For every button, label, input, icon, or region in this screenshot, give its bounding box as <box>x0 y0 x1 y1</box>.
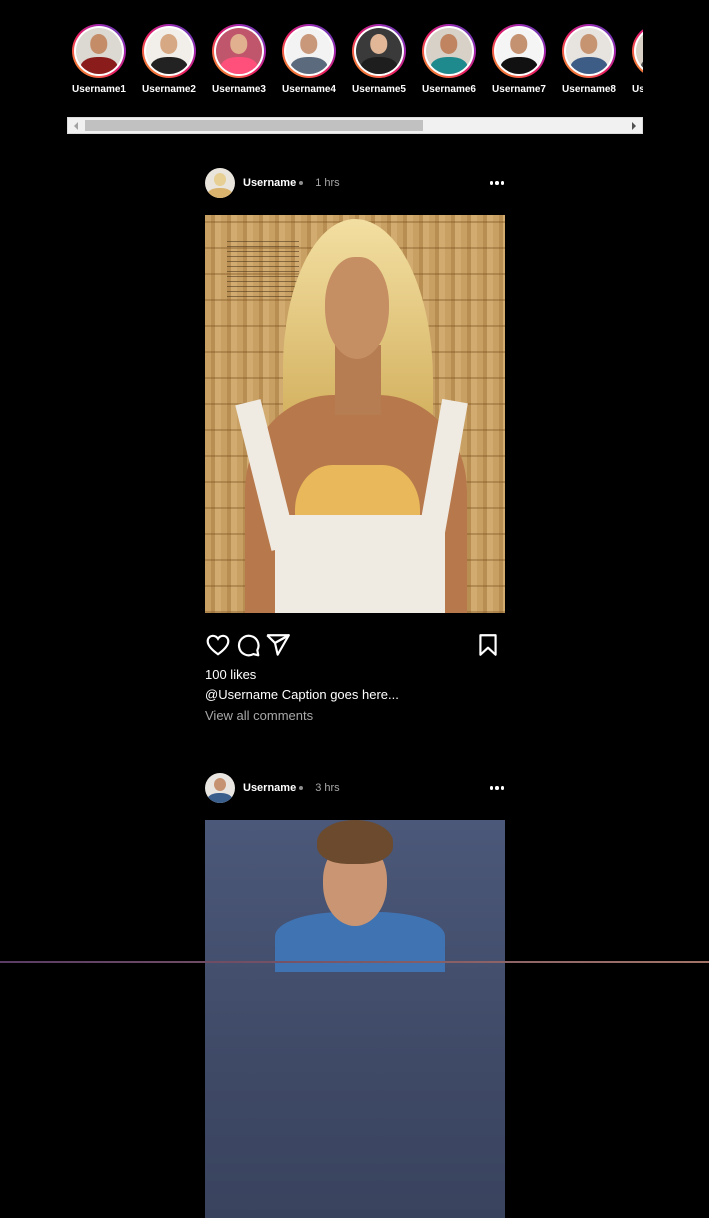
post-image[interactable] <box>205 820 505 1218</box>
scroll-left-arrow-icon[interactable] <box>68 118 84 133</box>
post-actions <box>205 631 505 659</box>
story-username: Username7 <box>492 84 546 95</box>
view-comments-link[interactable]: View all comments <box>205 708 505 723</box>
story-item[interactable]: Username4 <box>282 24 336 95</box>
story-ring <box>562 24 616 78</box>
more-options-icon[interactable] <box>489 177 505 189</box>
story-ring <box>422 24 476 78</box>
story-item[interactable]: Username8 <box>562 24 616 95</box>
scroll-right-arrow-icon[interactable] <box>626 118 642 133</box>
likes-count[interactable]: 100 likes <box>205 667 505 682</box>
stories-track: Username1 Username2 Username3 Username4 User… <box>72 24 643 95</box>
story-item[interactable]: Username5 <box>352 24 406 95</box>
story-username: Username2 <box>142 84 196 95</box>
separator-dot <box>299 786 303 790</box>
stories-scrollbar[interactable] <box>67 117 643 134</box>
post-username[interactable]: Username <box>243 782 296 794</box>
story-username: Username9 <box>632 84 643 95</box>
post-header: Username 1 hrs <box>205 167 505 199</box>
more-options-icon[interactable] <box>489 782 505 794</box>
bookmark-icon[interactable] <box>475 632 501 658</box>
story-avatar[interactable] <box>76 28 122 74</box>
story-username: Username6 <box>422 84 476 95</box>
story-item[interactable]: Username3 <box>212 24 266 95</box>
post-username[interactable]: Username <box>243 177 296 189</box>
story-avatar[interactable] <box>566 28 612 74</box>
post-header: Username 3 hrs <box>205 772 505 804</box>
feed-post: Username 1 hrs 100 likes @User <box>205 167 505 723</box>
story-ring <box>212 24 266 78</box>
story-item[interactable]: Username7 <box>492 24 546 95</box>
story-item[interactable]: Username1 <box>72 24 126 95</box>
story-ring <box>72 24 126 78</box>
story-username: Username8 <box>562 84 616 95</box>
story-ring <box>632 24 643 78</box>
story-avatar[interactable] <box>356 28 402 74</box>
avatar[interactable] <box>205 168 235 198</box>
story-item[interactable]: Username2 <box>142 24 196 95</box>
story-avatar[interactable] <box>636 28 643 74</box>
story-ring <box>282 24 336 78</box>
comment-icon[interactable] <box>235 632 261 658</box>
feed-post: Username 3 hrs <box>205 772 505 1218</box>
story-item[interactable]: Username9 <box>632 24 643 95</box>
story-avatar[interactable] <box>216 28 262 74</box>
story-avatar[interactable] <box>426 28 472 74</box>
scrollbar-thumb[interactable] <box>85 120 423 131</box>
story-ring <box>492 24 546 78</box>
story-item[interactable]: Username6 <box>422 24 476 95</box>
send-icon[interactable] <box>265 632 291 658</box>
post-image[interactable] <box>205 215 505 613</box>
story-username: Username5 <box>352 84 406 95</box>
story-username: Username3 <box>212 84 266 95</box>
story-avatar[interactable] <box>496 28 542 74</box>
story-ring <box>142 24 196 78</box>
post-time: 3 hrs <box>315 782 339 794</box>
story-ring <box>352 24 406 78</box>
story-avatar[interactable] <box>286 28 332 74</box>
separator-dot <box>299 181 303 185</box>
avatar[interactable] <box>205 773 235 803</box>
post-time: 1 hrs <box>315 177 339 189</box>
post-caption: @Username Caption goes here... <box>205 687 505 702</box>
story-username: Username4 <box>282 84 336 95</box>
heart-icon[interactable] <box>205 632 231 658</box>
story-username: Username1 <box>72 84 126 95</box>
story-avatar[interactable] <box>146 28 192 74</box>
stories-bar[interactable]: Username1 Username2 Username3 Username4 User… <box>67 24 643 114</box>
